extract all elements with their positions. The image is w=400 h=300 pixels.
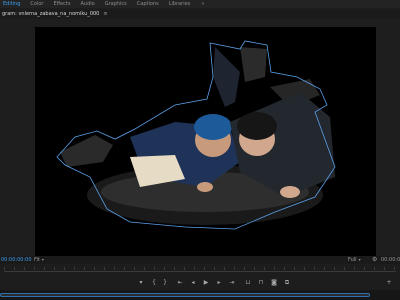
ruler-tick	[54, 267, 55, 270]
ruler-tick	[204, 267, 205, 270]
workspace-tab-audio[interactable]: Audio	[77, 0, 101, 8]
ruler-tick	[74, 267, 75, 270]
add-marker-button[interactable]: ▾	[136, 278, 146, 288]
ruler-tick	[104, 267, 105, 270]
ruler-tick	[354, 267, 355, 270]
ruler-tick	[114, 267, 115, 270]
comparison-view-button[interactable]: ⧉	[282, 278, 292, 288]
go-to-out-button[interactable]: ⇥	[227, 278, 237, 288]
ruler-tick	[94, 267, 95, 270]
ruler-tick	[314, 267, 315, 270]
ruler-tick	[164, 267, 165, 270]
workspace-tab-editing[interactable]: Editing	[0, 0, 27, 8]
ruler-tick	[194, 267, 195, 270]
ruler-tick	[324, 267, 325, 270]
ruler-tick	[4, 267, 5, 270]
hand-left	[197, 182, 213, 192]
ruler-tick	[274, 267, 275, 270]
ruler-tick	[224, 267, 225, 270]
horizontal-scrollbar[interactable]	[0, 293, 370, 297]
ruler-tick	[124, 267, 125, 270]
zoom-level-label: Fit	[34, 257, 40, 263]
step-forward-button[interactable]: ▸	[214, 278, 224, 288]
video-content	[56, 40, 336, 230]
ruler-tick	[234, 267, 235, 270]
workspace-tab-color[interactable]: Color	[27, 0, 50, 8]
person-right-beanie	[237, 112, 277, 140]
go-to-in-button[interactable]: ⇤	[175, 278, 185, 288]
ruler-tick	[384, 267, 385, 270]
ruler-tick	[84, 267, 85, 270]
settings-button[interactable]: +	[384, 278, 394, 288]
play-button[interactable]: ▶	[201, 278, 211, 288]
workspace-tab-graphics[interactable]: Graphics	[102, 0, 134, 8]
workspace-tab-effects[interactable]: Effects	[50, 0, 77, 8]
ruler-tick	[44, 267, 45, 270]
ruler-tick	[304, 267, 305, 270]
program-monitor-tab-row: gram: vnlerna_zabava_na_nomiku_000 ≡	[0, 10, 400, 19]
ruler-tick	[14, 267, 15, 270]
program-monitor-tab[interactable]: gram: vnlerna_zabava_na_nomiku_000 ≡	[2, 10, 108, 19]
person-left-beanie	[194, 114, 232, 140]
boot-top	[240, 47, 267, 82]
ruler-tick	[364, 267, 365, 270]
ruler-tick	[184, 267, 185, 270]
mark-in-button[interactable]: {	[149, 278, 159, 288]
monitor-control-bar: 00:00:00:00 Fit ▾ Full ▾ ⚙ 00:00:0	[0, 256, 400, 264]
panel-menu-icon[interactable]: ≡	[103, 11, 107, 17]
ruler-tick	[374, 267, 375, 270]
workspace-tab-captions[interactable]: Captions	[134, 0, 166, 8]
ruler-tick	[144, 267, 145, 270]
ruler-tick	[284, 267, 285, 270]
ruler-tick	[154, 267, 155, 270]
zoom-level-select[interactable]: Fit ▾	[34, 256, 44, 264]
playback-resolution-select[interactable]: Full ▾	[348, 256, 361, 264]
program-monitor-tab-label: gram: vnlerna_zabava_na_nomiku_000	[2, 11, 100, 17]
chevron-down-icon: ▾	[41, 257, 44, 262]
ruler-tick	[174, 267, 175, 270]
transport-controls: ▾ { } ⇤ ◂ ▶ ▸ ⇥ ⊔ ⊓ ◙ ⧉ +	[0, 276, 400, 290]
scrollbar-thumb[interactable]	[0, 293, 370, 297]
wrench-icon[interactable]: ⚙	[372, 256, 377, 264]
playback-resolution-label: Full	[348, 257, 357, 263]
ruler-tick	[24, 267, 25, 270]
ruler-tick	[394, 267, 395, 270]
leg-upper	[213, 47, 240, 107]
bottom-scroll-strip	[0, 290, 400, 300]
ruler-tick	[34, 267, 35, 270]
boot-left	[60, 135, 113, 167]
ruler-tick	[264, 267, 265, 270]
ruler-tick	[214, 267, 215, 270]
playhead-timecode[interactable]: 00:00:00:00	[1, 256, 32, 264]
ruler-tick	[244, 267, 245, 270]
hand	[280, 186, 300, 198]
extract-button[interactable]: ⊓	[256, 278, 266, 288]
lift-button[interactable]: ⊔	[243, 278, 253, 288]
ruler-tick	[254, 267, 255, 270]
workspace-tab-bar: Editing Color Effects Audio Graphics Cap…	[0, 0, 400, 8]
video-frame[interactable]	[35, 27, 376, 259]
workspace-overflow-button[interactable]: »	[197, 1, 204, 7]
duration-timecode: 00:00:0	[381, 257, 400, 263]
ruler-tick	[334, 267, 335, 270]
chevron-down-icon: ▾	[358, 257, 361, 262]
timeline-scrubber[interactable]	[0, 266, 400, 276]
export-frame-button[interactable]: ◙	[269, 278, 279, 288]
step-back-button[interactable]: ◂	[188, 278, 198, 288]
ruler-tick	[344, 267, 345, 270]
ruler-tick	[134, 267, 135, 270]
workspace-tab-libraries[interactable]: Libraries	[166, 0, 198, 8]
ruler-tick	[294, 267, 295, 270]
mark-out-button[interactable]: }	[160, 278, 170, 288]
scrubber-track	[4, 271, 396, 272]
ruler-tick	[64, 267, 65, 270]
